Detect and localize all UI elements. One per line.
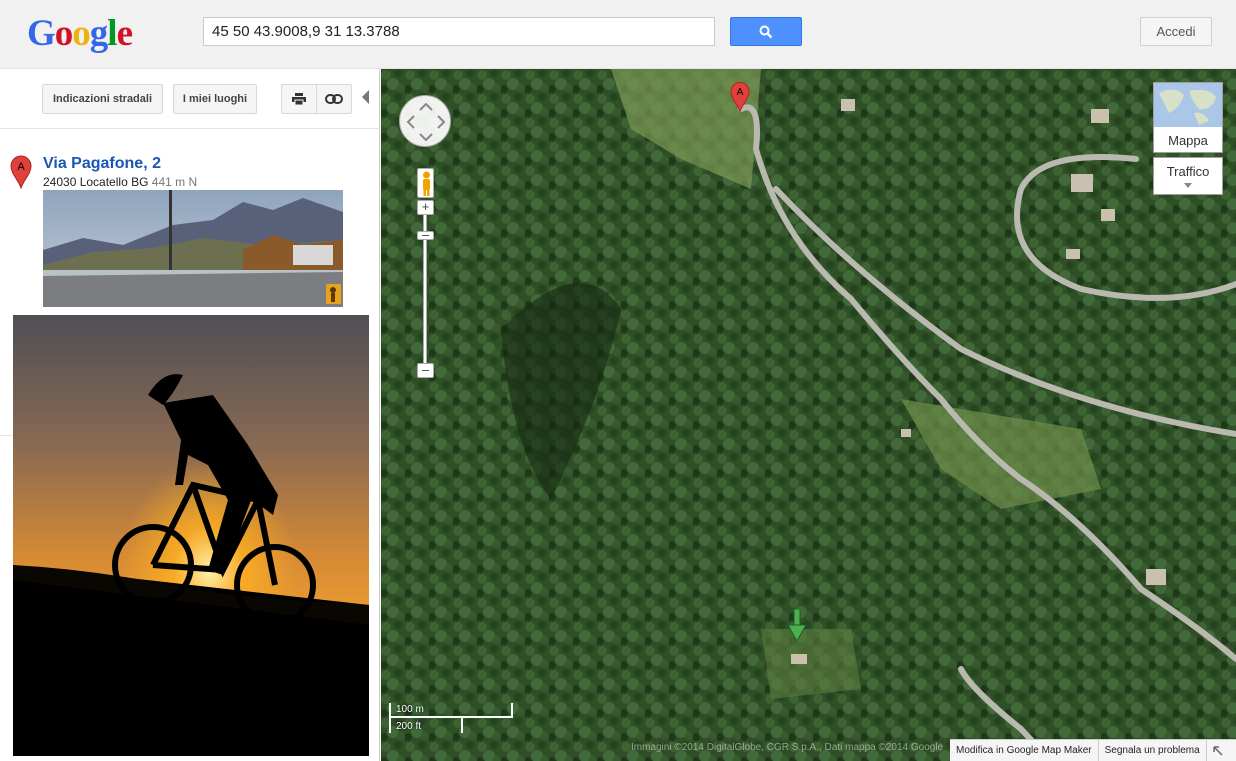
- scale-metric: 100 m: [396, 704, 424, 715]
- cyclist-photo: [13, 315, 369, 756]
- marker-a-letter: A: [17, 161, 25, 173]
- logo-letter: e: [116, 13, 133, 54]
- green-arrow-icon[interactable]: [787, 609, 807, 643]
- traffic-label: Traffico: [1166, 164, 1210, 179]
- collapse-panel-icon[interactable]: [362, 90, 369, 104]
- sidebar: Indicazioni stradali I miei luoghi A Via…: [0, 69, 380, 761]
- zoom-out-button[interactable]: –: [417, 363, 434, 378]
- address-text: 24030 Locatello BG: [43, 175, 149, 189]
- print-icon: [292, 93, 306, 105]
- divider-left: [0, 435, 13, 436]
- link-icon: [325, 94, 343, 104]
- search-button[interactable]: [730, 17, 802, 46]
- search-input[interactable]: 45 50 43.9008,9 31 13.3788: [203, 17, 715, 46]
- logo-letter: o: [72, 13, 90, 54]
- top-bar: Google 45 50 43.9008,9 31 13.3788 Accedi: [0, 0, 1236, 69]
- attribution: Immagini ©2014 DigitalGlobe, CGR S.p.A.,…: [631, 742, 944, 753]
- zoom-slider-handle[interactable]: –: [417, 228, 434, 241]
- map-thumbnail-icon: [1154, 83, 1222, 127]
- map-type-button[interactable]: Mappa: [1153, 82, 1223, 153]
- link-button[interactable]: [316, 84, 352, 114]
- map-type-label: Mappa: [1168, 133, 1208, 148]
- scale-bar: 100 m 200 ft: [389, 703, 513, 735]
- directions-button[interactable]: Indicazioni stradali: [42, 84, 163, 114]
- scale-imperial: 200 ft: [396, 721, 422, 732]
- divider: [0, 128, 380, 129]
- chevron-down-icon: [1184, 183, 1192, 188]
- map-canvas[interactable]: + – – A Mappa Traffico 100 m 200 ft Imma…: [381, 69, 1236, 761]
- place-address: 24030 Locatello BG 441 m N: [43, 175, 197, 189]
- expand-corner-icon[interactable]: [1207, 740, 1229, 761]
- distance-text: 441 m N: [151, 175, 198, 189]
- logo-letter: o: [54, 13, 73, 54]
- map-marker-a[interactable]: A: [730, 81, 750, 113]
- pan-control[interactable]: [399, 95, 451, 147]
- place-title[interactable]: Via Pagafone, 2: [43, 155, 161, 173]
- zoom-in-button[interactable]: +: [417, 200, 434, 215]
- logo-letter: g: [89, 13, 108, 54]
- map-marker-letter: A: [737, 87, 744, 98]
- street-view-thumbnail[interactable]: [43, 190, 343, 307]
- traffic-button[interactable]: Traffico: [1153, 157, 1223, 195]
- mapmaker-link[interactable]: Modifica in Google Map Maker: [950, 740, 1099, 761]
- marker-a-icon[interactable]: A: [10, 155, 32, 189]
- google-logo[interactable]: Google: [27, 12, 133, 55]
- report-problem-link[interactable]: Segnala un problema: [1099, 740, 1207, 761]
- map-footer: Modifica in Google Map Maker Segnala un …: [950, 739, 1236, 761]
- my-places-button[interactable]: I miei luoghi: [173, 84, 257, 114]
- pegman-icon[interactable]: [417, 168, 434, 198]
- search-icon: [759, 25, 773, 38]
- logo-letter: G: [27, 13, 56, 54]
- logo-letter: l: [107, 13, 117, 54]
- print-button[interactable]: [281, 84, 317, 114]
- signin-button[interactable]: Accedi: [1140, 17, 1212, 46]
